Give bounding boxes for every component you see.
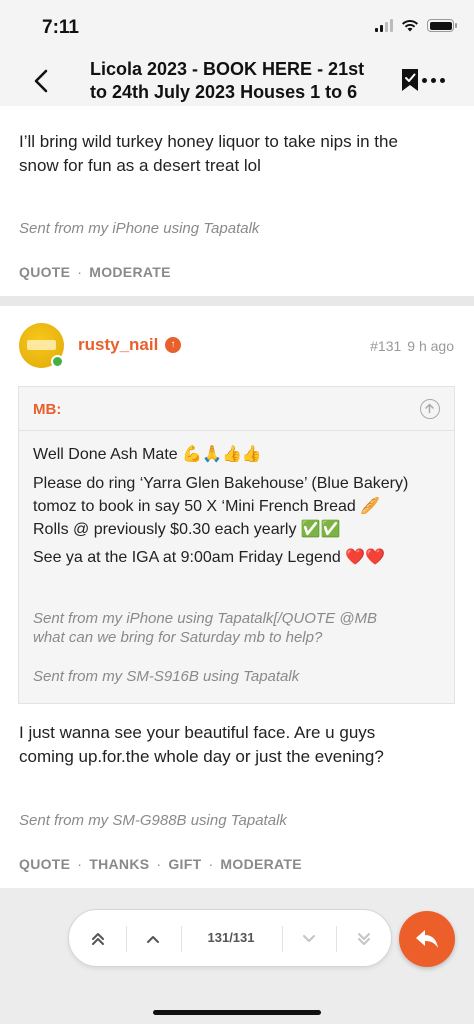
action-separator: · — [156, 856, 162, 872]
quote-line: Well Done Ash Mate 💪🙏👍👍 — [33, 446, 262, 463]
last-page-icon — [358, 933, 370, 945]
action-separator: · — [77, 264, 83, 280]
gift-button[interactable]: GIFT — [168, 856, 201, 872]
previous-post-body: I’ll bring wild turkey honey liquor to t… — [19, 130, 398, 178]
previous-post: I’ll bring wild turkey honey liquor to t… — [0, 106, 474, 296]
quote-signature: Sent from my iPhone using Tapatalk[/QUOT… — [33, 609, 377, 647]
quote-signature-line2: what can we bring for Saturday mb to hel… — [33, 629, 323, 646]
post-actions: QUOTE · THANKS · GIFT · MODERATE — [19, 856, 302, 872]
moderate-button[interactable]: MODERATE — [220, 856, 301, 872]
previous-post-line2: snow for fun as a desert treat lol — [19, 156, 261, 175]
previous-post-signature: Sent from my iPhone using Tapatalk — [19, 220, 260, 237]
next-page-button[interactable] — [294, 924, 324, 954]
quote-signature-line1: Sent from my iPhone using Tapatalk[/QUOT… — [33, 610, 377, 627]
prev-page-icon — [147, 936, 159, 943]
thread-title-line2: to 24th July 2023 Houses 1 to 6 — [90, 82, 358, 102]
post-body: I just wanna see your beautiful face. Ar… — [19, 721, 384, 769]
quote-author: MB: — [33, 401, 62, 418]
quote-button[interactable]: QUOTE — [19, 856, 70, 872]
avatar-logo — [27, 340, 56, 350]
previous-post-line1: I’ll bring wild turkey honey liquor to t… — [19, 132, 398, 151]
thread-title-line1: Licola 2023 - BOOK HERE - 21st — [90, 59, 365, 79]
thread-title: Licola 2023 - BOOK HERE - 21st to 24th J… — [90, 58, 390, 104]
collapse-quote-button[interactable] — [420, 399, 440, 419]
pager-separator — [282, 926, 283, 952]
badge-icon: ↑ — [165, 337, 181, 353]
bottom-toolbar: 131/131 — [0, 888, 474, 1024]
status-bar: 7:11 — [0, 0, 474, 56]
first-page-icon — [92, 933, 104, 945]
reply-button[interactable] — [399, 911, 455, 967]
quote-line: tomoz to book in say 50 X ‘Mini French B… — [33, 498, 381, 515]
previous-post-actions: QUOTE · MODERATE — [19, 264, 171, 280]
quote-line: Rolls @ previously $0.30 each yearly ✅✅ — [33, 521, 341, 538]
prev-page-button[interactable] — [138, 924, 168, 954]
nav-bar: Licola 2023 - BOOK HERE - 21st to 24th J… — [0, 56, 474, 106]
post-time: 9 h ago — [407, 338, 454, 354]
bookmark-button[interactable] — [400, 68, 420, 92]
quote-line: Please do ring ‘Yarra Glen Bakehouse’ (B… — [33, 475, 409, 492]
action-separator: · — [77, 856, 83, 872]
bookmark-check-icon — [402, 69, 418, 91]
collapse-quote-icon — [425, 403, 434, 414]
signal-icon — [375, 19, 393, 32]
back-arrow-icon — [34, 69, 48, 93]
username[interactable]: rusty_nail — [78, 335, 158, 355]
post-signature: Sent from my SM-G988B using Tapatalk — [19, 812, 287, 829]
post-meta: #131 9 h ago — [370, 338, 454, 354]
page-count[interactable]: 131/131 — [181, 930, 281, 945]
wifi-icon — [402, 19, 418, 32]
status-icons — [375, 19, 457, 32]
first-page-button[interactable] — [83, 924, 113, 954]
last-page-button[interactable] — [349, 924, 379, 954]
quote-block: MB: Well Done Ash Mate 💪🙏👍👍 Please do ri… — [18, 386, 455, 704]
post-number: #131 — [370, 338, 402, 354]
post-body-line1: I just wanna see your beautiful face. Ar… — [19, 723, 376, 742]
battery-icon — [427, 19, 457, 32]
online-status-dot — [51, 355, 64, 368]
moderate-button[interactable]: MODERATE — [89, 264, 170, 280]
post-body-line2: coming up.for.the whole day or just the … — [19, 747, 384, 766]
next-page-icon — [303, 935, 315, 942]
post-131: rusty_nail ↑ #131 9 h ago MB: Well Done A… — [0, 306, 474, 888]
back-button[interactable] — [30, 66, 54, 96]
status-time: 7:11 — [42, 17, 79, 38]
home-indicator — [153, 1010, 321, 1015]
thanks-button[interactable]: THANKS — [89, 856, 149, 872]
quote-button[interactable]: QUOTE — [19, 264, 70, 280]
action-separator: · — [208, 856, 214, 872]
post-divider — [0, 296, 474, 306]
pager-separator — [126, 926, 127, 952]
quote-line: See ya at the IGA at 9:00am Friday Legen… — [33, 549, 386, 566]
quote-device-signature: Sent from my SM-S916B using Tapatalk — [33, 668, 300, 685]
reply-icon — [416, 930, 438, 948]
page-navigator: 131/131 — [68, 909, 392, 967]
quote-header: MB: — [19, 387, 454, 431]
pager-separator — [336, 926, 337, 952]
more-icon[interactable] — [422, 70, 452, 90]
